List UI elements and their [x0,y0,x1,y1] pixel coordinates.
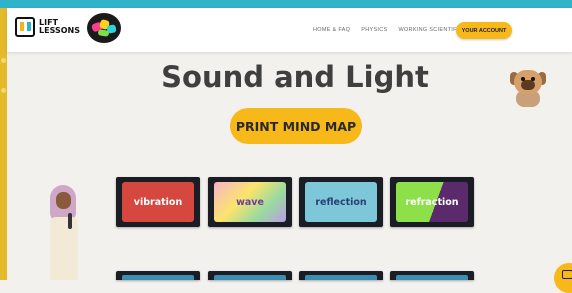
card-image [396,275,468,280]
topic-card[interactable] [299,271,383,280]
girl-speaking-icon [45,183,87,280]
card-image [214,275,286,280]
topic-card-reflection[interactable]: reflection [299,177,383,227]
card-image: reflection [305,182,377,222]
card-label: reflection [315,196,367,208]
print-mind-map-button[interactable]: PRINT MIND MAP [230,108,362,144]
chat-icon [562,270,572,279]
topic-card[interactable] [208,271,292,280]
topic-card[interactable] [116,271,200,280]
card-label: refraction [405,196,459,208]
girl-dress [50,217,78,280]
card-image [122,275,194,280]
your-account-button[interactable]: YOUR ACCOUNT [456,22,512,39]
girl-face [56,192,71,209]
card-label: vibration [133,196,183,208]
badge-shape [97,29,110,37]
nav-links: HOME & FAQ PHYSICS WORKING SCIENTIFICALL… [313,27,477,33]
dog-eye [531,77,535,81]
top-accent-bar [0,0,572,8]
pug-mascot-icon [510,68,546,108]
site-logo[interactable]: LIFT LESSONS [15,17,81,37]
badge-logo-icon[interactable] [87,13,121,43]
topic-card[interactable] [390,271,474,280]
logo-text: LIFT LESSONS [39,18,80,35]
card-image: wave [214,182,286,222]
card-image [305,275,377,280]
left-decorative-strip [0,8,7,280]
nav-link-home-faq[interactable]: HOME & FAQ [313,27,350,33]
nav-link-physics[interactable]: PHYSICS [361,27,387,33]
microphone-icon [68,213,72,229]
lift-lessons-logo-icon [15,17,35,37]
card-label: wave [236,196,264,208]
dog-muzzle [521,80,535,90]
dog-eye [521,77,525,81]
card-image: refraction [396,182,468,222]
topic-card-refraction[interactable]: refraction [390,177,474,227]
card-image: vibration [122,182,194,222]
page-title: Sound and Light [161,60,429,94]
navbar: LIFT LESSONS HOME & FAQ PHYSICS WORKING … [7,8,572,52]
topic-card-vibration[interactable]: vibration [116,177,200,227]
topic-card-wave[interactable]: wave [208,177,292,227]
chat-button[interactable] [554,263,572,293]
